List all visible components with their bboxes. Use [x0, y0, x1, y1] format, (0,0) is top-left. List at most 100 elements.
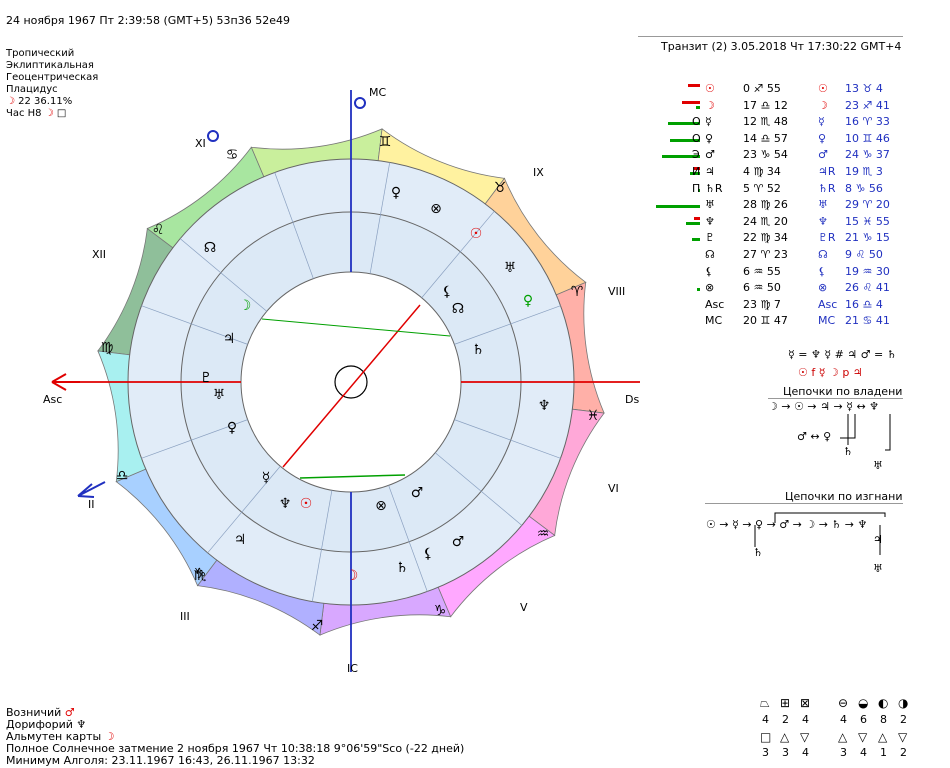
- planet-glyph-icon[interactable]: ♍: [101, 340, 114, 356]
- chart-wheel[interactable]: ♊♋♌♍♎♏♐♑♒♓♈♉♀⊗☉♅♀⚸☊♄♆☊☽♃♇♅♀☿♆ ☉♂⊗♃♑ ☽ ♄⚸♂: [0, 0, 640, 690]
- strength-bar-green: [686, 221, 700, 225]
- natal-planet-icon: ♃: [705, 165, 715, 178]
- planet-glyph-icon[interactable]: ♈: [571, 284, 584, 300]
- mc-knob-icon: [207, 130, 219, 142]
- circle-split-icon: ◑: [898, 696, 909, 710]
- natal-position: 6 ♒ 50: [743, 281, 781, 295]
- planet-glyph-icon[interactable]: ☊: [452, 301, 464, 317]
- planet-glyph-icon[interactable]: ♄: [396, 560, 409, 576]
- planet-glyph-icon[interactable]: ⊗: [430, 201, 442, 217]
- planet-glyph-icon[interactable]: ☉: [300, 496, 313, 512]
- natal-planet-icon: ♄R: [705, 181, 723, 195]
- transit-position: 15 ♓ 55: [845, 214, 890, 228]
- rulership-chain-connectors: [840, 414, 891, 451]
- transit-planet-icon: ♇R: [818, 231, 836, 245]
- planet-glyph-icon[interactable]: ♑: [434, 603, 447, 619]
- transit-asc-arrow-icon: [77, 481, 106, 498]
- natal-planet-icon: ☉: [705, 82, 715, 95]
- natal-position: 12 ♏ 48: [743, 115, 788, 129]
- planet-glyph-icon[interactable]: ♂: [452, 534, 465, 550]
- count-value: 2: [900, 713, 907, 726]
- natal-planet-icon: ⊗: [705, 281, 715, 295]
- planet-glyph-icon[interactable]: ♀: [523, 293, 533, 309]
- planet-glyph-icon[interactable]: ☽: [239, 298, 252, 314]
- planet-row[interactable]: ♆ 24 ♏ 20 ♆ 15 ♓ 55: [655, 213, 945, 230]
- planet-row[interactable]: ♅ 28 ♍ 26 ♅ 29 ♈ 20: [655, 196, 945, 213]
- planet-glyph-icon[interactable]: ♊: [379, 134, 392, 150]
- planet-glyph-icon[interactable]: ♅: [504, 260, 517, 276]
- planet-glyph-icon[interactable]: ♃: [223, 331, 236, 347]
- transit-planet-icon: ♆: [818, 214, 828, 228]
- planet-row[interactable]: И ♃ 4 ♍ 34 ♃R 19 ♏ 3: [655, 163, 945, 180]
- planet-row[interactable]: О ♀ 14 ♎ 57 ♀ 10 ♊ 46: [655, 130, 945, 147]
- natal-position: 17 ♎ 12: [743, 98, 788, 112]
- triangle-air-icon: △: [878, 730, 888, 744]
- planet-glyph-icon[interactable]: ♓: [587, 408, 600, 424]
- planet-glyph-icon[interactable]: ♄: [472, 342, 485, 358]
- ic-label: IC: [347, 662, 358, 675]
- planet-glyph-icon[interactable]: ⚸: [423, 546, 433, 562]
- rulership-divider: [768, 398, 903, 399]
- planet-row[interactable]: ⚸ 6 ♒ 55 ⚸ 19 ♒ 30: [655, 263, 945, 280]
- house-label-ii: II: [88, 498, 95, 511]
- row-marker: Э: [692, 148, 700, 162]
- planet-glyph-icon[interactable]: ☉: [470, 226, 483, 242]
- planet-glyph-icon[interactable]: ♃: [234, 532, 247, 548]
- planet-glyph-icon[interactable]: ♀: [391, 185, 401, 201]
- transit-position: 23 ♐ 41: [845, 98, 890, 112]
- planet-glyph-icon[interactable]: ♅: [213, 387, 226, 403]
- planet-glyph-icon[interactable]: ♒: [537, 526, 550, 542]
- circle-half-icon: ◒: [858, 696, 869, 710]
- natal-planet-icon: ♅: [705, 198, 715, 212]
- planet-row[interactable]: ⊗ 6 ♒ 50 ⊗ 26 ♌ 41: [655, 279, 945, 296]
- transit-planet-icon: ☊: [818, 248, 828, 261]
- planet-glyph-icon[interactable]: ♀: [227, 420, 237, 436]
- house-label-xii: XII: [92, 248, 107, 261]
- planet-row[interactable]: ☊ 27 ♈ 23 ☊ 9 ♌ 50: [655, 246, 945, 263]
- planet-glyph-icon[interactable]: ♆: [279, 496, 292, 512]
- circle-fill-icon: ◐: [878, 696, 889, 710]
- transit-planet-icon: ☉: [818, 82, 828, 95]
- planet-row[interactable]: MC 20 ♊ 47 MC 21 ♋ 41: [655, 312, 945, 329]
- planet-glyph-icon[interactable]: ☽: [346, 568, 359, 584]
- count-value: 2: [782, 713, 789, 726]
- planet-glyph-icon[interactable]: ☊: [204, 240, 216, 256]
- house-label-iii: III: [180, 610, 190, 623]
- house-label-xi: XI: [195, 137, 206, 150]
- triangle-down-icon: ▽: [800, 730, 810, 744]
- planet-row[interactable]: Asc 23 ♍ 7 Asc 16 ♎ 4: [655, 296, 945, 313]
- natal-planet-icon: ♂: [705, 148, 715, 162]
- circle-line-icon: ⊖: [838, 696, 849, 710]
- planet-glyph-icon[interactable]: ☿: [262, 470, 271, 486]
- planet-row[interactable]: ♇ 22 ♍ 34 ♇R 21 ♑ 15: [655, 229, 945, 246]
- planet-glyph-icon[interactable]: ⚸: [442, 284, 452, 300]
- aspect-formula-1: ☿ = ♆ ☿ # ♃ ♂ = ♄: [788, 348, 897, 361]
- planet-glyph-icon[interactable]: ♋: [226, 147, 239, 163]
- planet-glyph-icon[interactable]: ♂: [411, 485, 424, 501]
- transit-position: 19 ♏ 3: [845, 165, 883, 178]
- cross-trapezoid-icon: ⊠: [800, 696, 811, 710]
- transit-position: 21 ♑ 15: [845, 231, 890, 245]
- planet-glyph-icon[interactable]: ♑: [194, 566, 207, 582]
- count-value: 4: [762, 713, 769, 726]
- planet-row[interactable]: Э ♂ 23 ♑ 54 ♂ 24 ♑ 37: [655, 146, 945, 163]
- count-value: 4: [840, 713, 847, 726]
- planet-glyph-icon[interactable]: ♉: [494, 180, 507, 196]
- planet-row[interactable]: П ♄R 5 ♈ 52 ♄R 8 ♑ 56: [655, 180, 945, 197]
- row-marker: О: [692, 115, 701, 129]
- planet-row[interactable]: ☽ 17 ♎ 12 ☽ 23 ♐ 41: [655, 97, 945, 114]
- planet-glyph-icon[interactable]: ♇: [200, 370, 213, 386]
- house-label-v: V: [520, 601, 528, 614]
- exile-divider: [705, 503, 903, 504]
- planet-glyph-icon[interactable]: ⊗: [375, 498, 387, 514]
- planet-glyph-icon[interactable]: ♌: [152, 222, 165, 238]
- planet-row[interactable]: О ☿ 12 ♏ 48 ☿ 16 ♈ 33: [655, 113, 945, 130]
- transit-planet-icon: Asc: [818, 297, 838, 311]
- planet-glyph-icon[interactable]: ♐: [311, 618, 324, 634]
- count-value: 3: [840, 746, 847, 759]
- transit-planet-icon: ♃R: [818, 165, 836, 178]
- planet-glyph-icon[interactable]: ♎: [116, 468, 129, 484]
- transit-planet-icon: ♅: [818, 198, 828, 212]
- planet-row[interactable]: ☉ 0 ♐ 55 ☉ 13 ♉ 4: [655, 80, 945, 97]
- planet-glyph-icon[interactable]: ♆: [538, 398, 551, 414]
